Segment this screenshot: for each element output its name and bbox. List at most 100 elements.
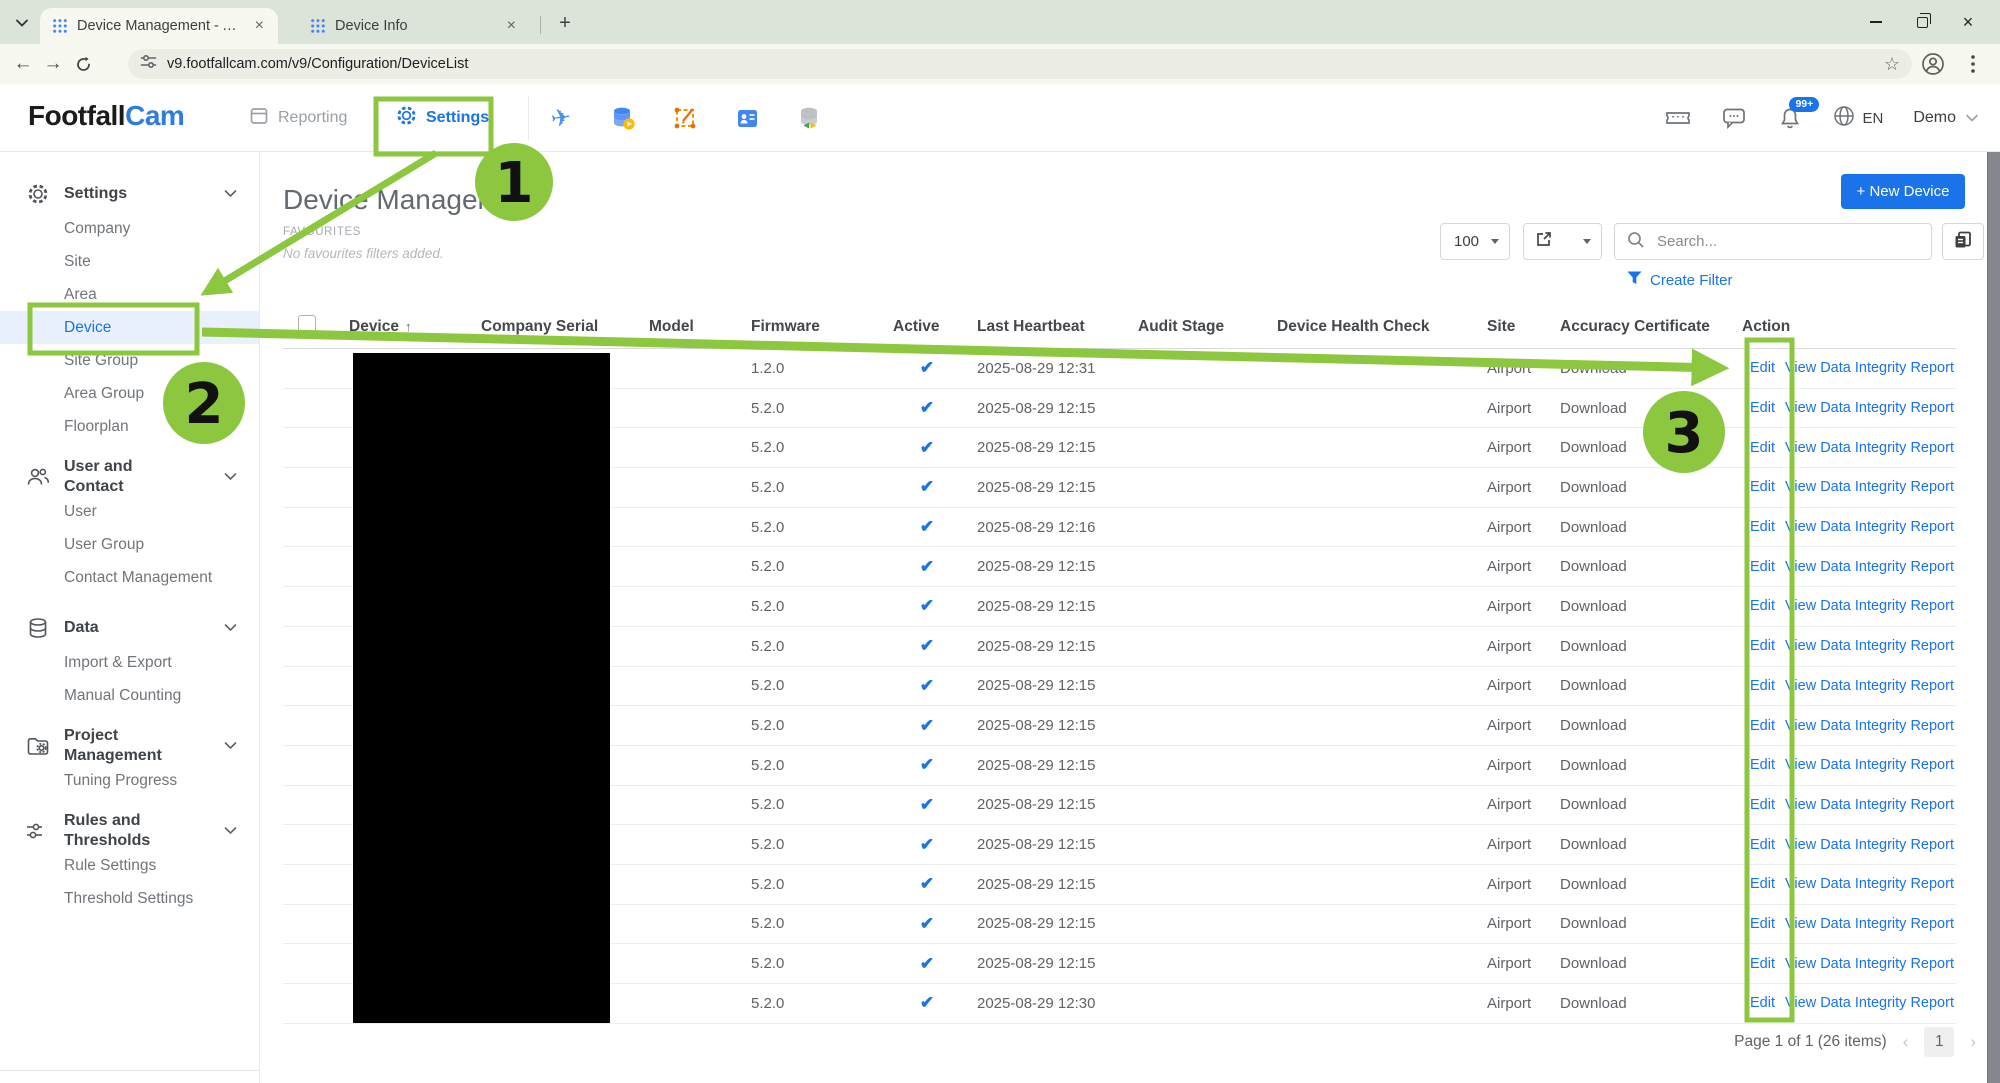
profile-avatar-icon[interactable] bbox=[1920, 51, 1946, 77]
sidebar-item-contact-management[interactable]: Contact Management bbox=[0, 561, 259, 594]
view-report-link[interactable]: View Data Integrity Report bbox=[1785, 797, 1954, 813]
column-header-site[interactable]: Site bbox=[1479, 318, 1552, 336]
column-header-audit-stage[interactable]: Audit Stage bbox=[1130, 318, 1269, 336]
edit-link[interactable]: Edit bbox=[1750, 678, 1775, 694]
notifications-bell-icon[interactable]: 99+ bbox=[1777, 97, 1820, 131]
create-filter-link[interactable]: Create Filter bbox=[1627, 271, 1733, 289]
tab-device-management[interactable]: Device Management - Analytics × bbox=[40, 8, 278, 44]
tab-device-info[interactable]: Device Info × bbox=[298, 10, 530, 42]
sidebar-item-site-group[interactable]: Site Group bbox=[0, 344, 259, 377]
sidebar-item-site[interactable]: Site bbox=[0, 245, 259, 278]
next-page-icon[interactable]: › bbox=[1966, 1032, 1980, 1052]
accuracy-certificate-cell[interactable]: Download bbox=[1552, 598, 1734, 615]
page-number-button[interactable]: 1 bbox=[1924, 1027, 1955, 1057]
accuracy-certificate-cell[interactable]: Download bbox=[1552, 876, 1734, 893]
floorplan-editor-icon[interactable] bbox=[672, 105, 698, 131]
reload-icon[interactable] bbox=[68, 49, 98, 79]
accuracy-certificate-cell[interactable]: Download bbox=[1552, 717, 1734, 734]
sidebar-section-user-and-contact[interactable]: User and Contact bbox=[0, 458, 259, 495]
new-tab-button[interactable]: + bbox=[552, 10, 578, 36]
sidebar-item-area-group[interactable]: Area Group bbox=[0, 377, 259, 410]
accuracy-certificate-cell[interactable]: Download bbox=[1552, 915, 1734, 932]
sidebar-item-tuning-progress[interactable]: Tuning Progress bbox=[0, 764, 259, 797]
view-report-link[interactable]: View Data Integrity Report bbox=[1785, 718, 1954, 734]
footfallcam-logo[interactable]: FootfallCam bbox=[28, 100, 185, 132]
accuracy-certificate-cell[interactable]: Download bbox=[1552, 757, 1734, 774]
url-text[interactable]: v9.footfallcam.com/v9/Configuration/Devi… bbox=[167, 56, 1884, 72]
voucher-icon[interactable] bbox=[1665, 105, 1691, 131]
accuracy-certificate-cell[interactable]: Download bbox=[1552, 479, 1734, 496]
sidebar-item-device[interactable]: Device bbox=[0, 311, 259, 344]
bookmark-star-icon[interactable]: ☆ bbox=[1884, 54, 1900, 75]
edit-link[interactable]: Edit bbox=[1750, 956, 1775, 972]
sidebar-section-data[interactable]: Data bbox=[0, 610, 259, 646]
column-header-action[interactable]: Action bbox=[1734, 318, 1956, 336]
window-close-button[interactable]: × bbox=[1958, 12, 1978, 32]
page-scrollbar[interactable] bbox=[1987, 152, 2000, 1083]
edit-link[interactable]: Edit bbox=[1750, 638, 1775, 654]
accuracy-certificate-cell[interactable]: Download bbox=[1552, 677, 1734, 694]
select-all-checkbox[interactable] bbox=[298, 315, 316, 333]
data-sync-icon[interactable] bbox=[796, 105, 822, 131]
sidebar-item-area[interactable]: Area bbox=[0, 278, 259, 311]
column-header-model[interactable]: Model bbox=[641, 318, 743, 336]
id-card-icon[interactable] bbox=[734, 105, 760, 131]
accuracy-certificate-cell[interactable]: Download bbox=[1552, 955, 1734, 972]
new-device-button[interactable]: + New Device bbox=[1841, 174, 1965, 209]
edit-link[interactable]: Edit bbox=[1750, 479, 1775, 495]
language-selector[interactable]: EN bbox=[1833, 105, 1883, 131]
window-minimize-button[interactable] bbox=[1866, 12, 1886, 32]
tab-search-chevron-icon[interactable] bbox=[8, 9, 36, 37]
accuracy-certificate-cell[interactable]: Download bbox=[1552, 439, 1734, 456]
search-input[interactable] bbox=[1655, 232, 1919, 251]
edit-link[interactable]: Edit bbox=[1750, 400, 1775, 416]
travel-module-icon[interactable]: ✈ bbox=[546, 103, 575, 133]
view-report-link[interactable]: View Data Integrity Report bbox=[1785, 837, 1954, 853]
address-bar[interactable]: v9.footfallcam.com/v9/Configuration/Devi… bbox=[128, 49, 1912, 79]
sidebar-section-project-management[interactable]: Project Management bbox=[0, 727, 259, 764]
edit-link[interactable]: Edit bbox=[1750, 995, 1775, 1011]
edit-link[interactable]: Edit bbox=[1750, 360, 1775, 376]
data-query-icon[interactable] bbox=[610, 105, 636, 131]
site-info-icon[interactable] bbox=[140, 53, 157, 75]
search-box[interactable] bbox=[1614, 223, 1932, 260]
column-header-device-health-check[interactable]: Device Health Check bbox=[1269, 318, 1479, 336]
view-report-link[interactable]: View Data Integrity Report bbox=[1785, 638, 1954, 654]
edit-link[interactable]: Edit bbox=[1750, 757, 1775, 773]
view-report-link[interactable]: View Data Integrity Report bbox=[1785, 519, 1954, 535]
edit-link[interactable]: Edit bbox=[1750, 916, 1775, 932]
edit-link[interactable]: Edit bbox=[1750, 440, 1775, 456]
column-header-company-serial[interactable]: Company Serial bbox=[473, 318, 641, 336]
prev-page-icon[interactable]: ‹ bbox=[1899, 1032, 1913, 1052]
view-report-link[interactable]: View Data Integrity Report bbox=[1785, 995, 1954, 1011]
sidebar-item-floorplan[interactable]: Floorplan bbox=[0, 410, 259, 443]
column-header-firmware[interactable]: Firmware bbox=[743, 318, 885, 336]
edit-link[interactable]: Edit bbox=[1750, 718, 1775, 734]
accuracy-certificate-cell[interactable]: Download bbox=[1552, 836, 1734, 853]
view-report-link[interactable]: View Data Integrity Report bbox=[1785, 559, 1954, 575]
edit-link[interactable]: Edit bbox=[1750, 598, 1775, 614]
edit-link[interactable]: Edit bbox=[1750, 837, 1775, 853]
back-icon[interactable]: ← bbox=[8, 49, 38, 79]
sidebar-section-settings[interactable]: Settings bbox=[0, 176, 259, 212]
accuracy-certificate-cell[interactable]: Download bbox=[1552, 360, 1734, 377]
window-restore-button[interactable] bbox=[1912, 12, 1932, 32]
edit-link[interactable]: Edit bbox=[1750, 797, 1775, 813]
view-report-link[interactable]: View Data Integrity Report bbox=[1785, 956, 1954, 972]
column-header-accuracy-certificate[interactable]: Accuracy Certificate bbox=[1552, 318, 1734, 336]
account-menu[interactable]: Demo bbox=[1913, 109, 1978, 127]
tab-close-icon[interactable]: × bbox=[253, 18, 266, 34]
accuracy-certificate-cell[interactable]: Download bbox=[1552, 558, 1734, 575]
browser-menu-icon[interactable] bbox=[1960, 51, 1986, 77]
view-report-link[interactable]: View Data Integrity Report bbox=[1785, 400, 1954, 416]
sidebar-section-rules-and-thresholds[interactable]: Rules and Thresholds bbox=[0, 812, 259, 849]
page-size-select[interactable]: 100 bbox=[1440, 223, 1510, 260]
sidebar-item-manual-counting[interactable]: Manual Counting bbox=[0, 679, 259, 712]
sidebar-item-threshold-settings[interactable]: Threshold Settings bbox=[0, 882, 259, 915]
view-report-link[interactable]: View Data Integrity Report bbox=[1785, 916, 1954, 932]
accuracy-certificate-cell[interactable]: Download bbox=[1552, 995, 1734, 1012]
column-chooser-button[interactable] bbox=[1942, 223, 1984, 260]
view-report-link[interactable]: View Data Integrity Report bbox=[1785, 360, 1954, 376]
accuracy-certificate-cell[interactable]: Download bbox=[1552, 796, 1734, 813]
sidebar-item-import-export[interactable]: Import & Export bbox=[0, 646, 259, 679]
